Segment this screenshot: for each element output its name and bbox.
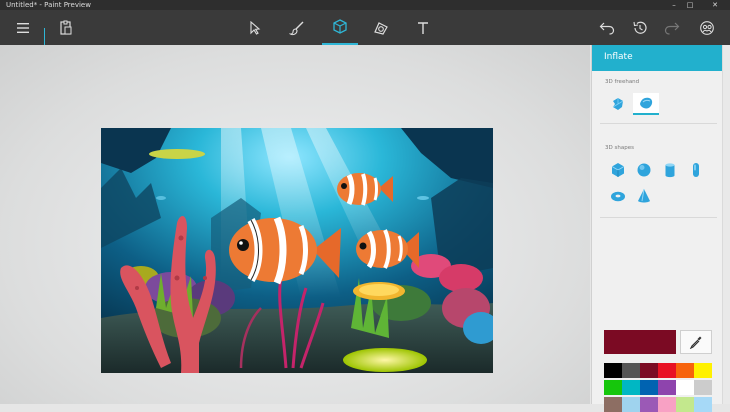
capsule-icon[interactable] [685, 159, 707, 181]
select-tool-icon[interactable] [240, 10, 270, 45]
toolbar [0, 10, 730, 48]
palette-color-swatch[interactable] [640, 363, 658, 378]
soft-edge-3d-icon[interactable] [633, 93, 659, 115]
eyedropper-icon[interactable] [680, 330, 712, 354]
palette-color-swatch[interactable] [622, 397, 640, 412]
maximize-button[interactable]: □ [682, 0, 698, 10]
panel-divider [600, 217, 717, 218]
window-title: Untitled* - Paint Preview [6, 1, 91, 9]
cube-icon[interactable] [607, 159, 629, 181]
palette-color-swatch[interactable] [622, 363, 640, 378]
history-icon[interactable] [625, 10, 655, 45]
canvas-image[interactable] [101, 128, 493, 373]
palette-color-swatch[interactable] [640, 397, 658, 412]
sharp-edge-3d-icon[interactable] [607, 93, 629, 115]
palette-color-swatch[interactable] [658, 397, 676, 412]
freehand-label: 3D freehand [605, 79, 640, 85]
community-icon[interactable] [692, 10, 722, 45]
palette-color-swatch[interactable] [658, 363, 676, 378]
side-panel: Inflate 3D freehand 3D shapes [591, 45, 723, 412]
paste-icon[interactable] [51, 10, 81, 45]
minimize-button[interactable]: – [666, 0, 682, 10]
palette-color-swatch[interactable] [676, 380, 694, 395]
text-tool-icon[interactable] [408, 10, 438, 45]
shapes-label: 3D shapes [605, 145, 634, 151]
redo-icon[interactable] [657, 10, 687, 45]
palette-color-swatch[interactable] [694, 380, 712, 395]
palette-color-swatch[interactable] [676, 363, 694, 378]
hamburger-menu-icon[interactable] [8, 10, 38, 45]
brush-tool-icon[interactable] [282, 10, 312, 45]
undo-icon[interactable] [592, 10, 622, 45]
palette-color-swatch[interactable] [640, 380, 658, 395]
panel-divider [600, 123, 717, 124]
palette-color-swatch[interactable] [658, 380, 676, 395]
stickers-tool-icon[interactable] [366, 10, 396, 45]
palette-color-swatch[interactable] [676, 397, 694, 412]
underwater-scene-image [101, 128, 493, 373]
palette-color-swatch[interactable] [604, 363, 622, 378]
current-color-swatch[interactable] [604, 330, 676, 354]
panel-header: Inflate [592, 45, 723, 71]
palette-color-swatch[interactable] [694, 363, 712, 378]
donut-icon[interactable] [607, 185, 629, 207]
palette-color-swatch[interactable] [694, 397, 712, 412]
panel-title: Inflate [604, 52, 633, 62]
palette-color-swatch[interactable] [622, 380, 640, 395]
palette-color-swatch[interactable] [604, 380, 622, 395]
title-bar: Untitled* - Paint Preview – □ ✕ [0, 0, 730, 10]
cone-icon[interactable] [633, 185, 655, 207]
close-button[interactable]: ✕ [707, 0, 723, 10]
3d-objects-tool-icon[interactable] [322, 10, 358, 45]
palette-color-swatch[interactable] [604, 397, 622, 412]
panel-scrollbar[interactable] [722, 45, 730, 404]
cylinder-icon[interactable] [659, 159, 681, 181]
sphere-icon[interactable] [633, 159, 655, 181]
